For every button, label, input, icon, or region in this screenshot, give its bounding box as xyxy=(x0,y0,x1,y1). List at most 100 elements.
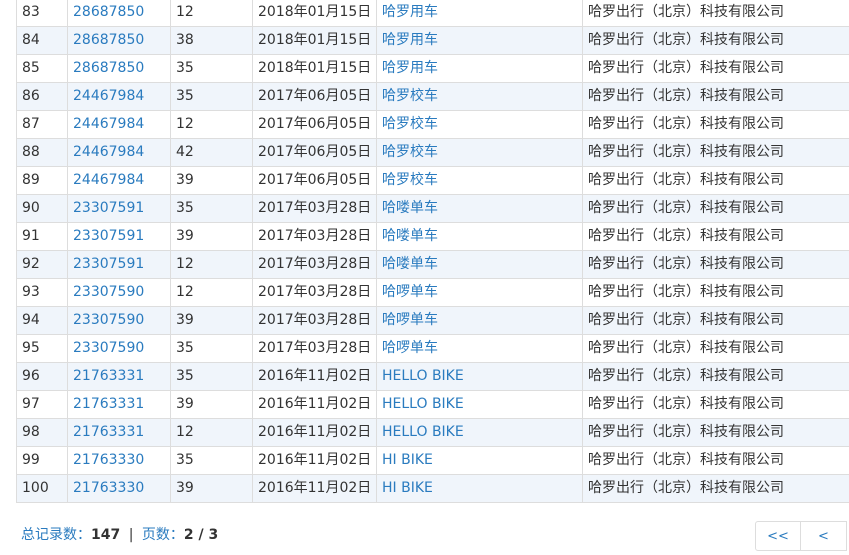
previous-page-button[interactable]: < xyxy=(801,521,847,551)
trademark-name-link[interactable]: 哈罗校车 xyxy=(382,144,438,160)
registration-number-link[interactable]: 23307591 xyxy=(73,256,144,272)
table-cell-applicant-name: 哈罗出行（北京）科技有限公司 xyxy=(582,54,849,83)
trademark-name-link[interactable]: HI BIKE xyxy=(382,480,433,496)
summary-separator: | xyxy=(128,527,134,543)
class-number: 12 xyxy=(176,284,194,300)
trademark-name-link[interactable]: 哈啰单车 xyxy=(382,340,438,356)
trademark-name-link[interactable]: 哈罗校车 xyxy=(382,88,438,104)
row-number: 86 xyxy=(22,88,40,104)
table-cell-trademark-name-link: 哈喽单车 xyxy=(376,250,583,279)
table-row: 89 24467984 39 2017年06月05日 哈罗校车 哈罗出行（北京）科技有限公… xyxy=(16,166,849,195)
table-cell-class-number: 38 xyxy=(170,26,253,55)
page-count-value: 2 / 3 xyxy=(183,527,219,543)
registration-number-link[interactable]: 28687850 xyxy=(73,32,144,48)
application-date: 2017年03月28日 xyxy=(258,200,372,216)
table-cell-class-number: 35 xyxy=(170,194,253,223)
registration-number-link[interactable]: 28687850 xyxy=(73,60,144,76)
table-cell-trademark-name-link: 哈罗校车 xyxy=(376,166,583,195)
registration-number-link[interactable]: 24467984 xyxy=(73,144,144,160)
class-number: 35 xyxy=(176,60,194,76)
table-cell-application-date: 2017年03月28日 xyxy=(252,194,377,223)
trademark-name-link[interactable]: 哈喽单车 xyxy=(382,200,438,216)
registration-number-link[interactable]: 28687850 xyxy=(73,4,144,20)
table-cell-registration-number-link: 23307590 xyxy=(67,306,171,335)
trademark-name-link[interactable]: 哈罗校车 xyxy=(382,116,438,132)
registration-number-link[interactable]: 21763330 xyxy=(73,480,144,496)
application-date: 2017年03月28日 xyxy=(258,228,372,244)
trademark-name-link[interactable]: 哈啰单车 xyxy=(382,312,438,328)
trademark-name-link[interactable]: 哈喽单车 xyxy=(382,228,438,244)
table-cell-application-date: 2017年06月05日 xyxy=(252,110,377,139)
table-cell-application-date: 2018年01月15日 xyxy=(252,26,377,55)
application-date: 2017年06月05日 xyxy=(258,88,372,104)
table-cell-row-number: 88 xyxy=(16,138,68,167)
registration-number-link[interactable]: 24467984 xyxy=(73,116,144,132)
trademark-name-link[interactable]: HELLO BIKE xyxy=(382,424,464,440)
application-date: 2018年01月15日 xyxy=(258,60,372,76)
trademark-table-body: 83 28687850 12 2018年01月15日 哈罗用车 哈罗出行（北京）科技有限公… xyxy=(16,0,849,503)
registration-number-link[interactable]: 23307590 xyxy=(73,340,144,356)
trademark-name-link[interactable]: HELLO BIKE xyxy=(382,396,464,412)
registration-number-link[interactable]: 24467984 xyxy=(73,172,144,188)
trademark-name-link[interactable]: 哈罗用车 xyxy=(382,4,438,20)
registration-number-link[interactable]: 21763331 xyxy=(73,368,144,384)
table-cell-applicant-name: 哈罗出行（北京）科技有限公司 xyxy=(582,82,849,111)
table-cell-trademark-name-link: HI BIKE xyxy=(376,446,583,475)
class-number: 35 xyxy=(176,200,194,216)
row-number: 85 xyxy=(22,60,40,76)
table-cell-applicant-name: 哈罗出行（北京）科技有限公司 xyxy=(582,362,849,391)
class-number: 12 xyxy=(176,4,194,20)
trademark-name-link[interactable]: HI BIKE xyxy=(382,452,433,468)
table-cell-row-number: 89 xyxy=(16,166,68,195)
registration-number-link[interactable]: 23307591 xyxy=(73,228,144,244)
row-number: 84 xyxy=(22,32,40,48)
row-number: 92 xyxy=(22,256,40,272)
registration-number-link[interactable]: 24467984 xyxy=(73,88,144,104)
registration-number-link[interactable]: 23307591 xyxy=(73,200,144,216)
application-date: 2017年03月28日 xyxy=(258,312,372,328)
class-number: 12 xyxy=(176,256,194,272)
row-number: 100 xyxy=(22,480,49,496)
first-page-button[interactable]: << xyxy=(755,521,801,551)
table-cell-registration-number-link: 28687850 xyxy=(67,26,171,55)
registration-number-link[interactable]: 21763330 xyxy=(73,452,144,468)
table-cell-applicant-name: 哈罗出行（北京）科技有限公司 xyxy=(582,166,849,195)
table-cell-applicant-name: 哈罗出行（北京）科技有限公司 xyxy=(582,306,849,335)
trademark-name-link[interactable]: 哈喽单车 xyxy=(382,256,438,272)
table-cell-application-date: 2017年03月28日 xyxy=(252,250,377,279)
trademark-name-link[interactable]: 哈罗用车 xyxy=(382,60,438,76)
table-cell-applicant-name: 哈罗出行（北京）科技有限公司 xyxy=(582,446,849,475)
table-row: 100 21763330 39 2016年11月02日 HI BIKE 哈罗出行（北京）科… xyxy=(16,474,849,503)
row-number: 99 xyxy=(22,452,40,468)
applicant-name: 哈罗出行（北京）科技有限公司 xyxy=(588,60,784,76)
table-cell-registration-number-link: 23307590 xyxy=(67,278,171,307)
trademark-name-link[interactable]: HELLO BIKE xyxy=(382,368,464,384)
trademark-name-link[interactable]: 哈罗校车 xyxy=(382,172,438,188)
trademark-name-link[interactable]: 哈罗用车 xyxy=(382,32,438,48)
registration-number-link[interactable]: 21763331 xyxy=(73,424,144,440)
total-records-value: 147 xyxy=(91,527,121,543)
row-number: 89 xyxy=(22,172,40,188)
table-row: 94 23307590 39 2017年03月28日 哈啰单车 哈罗出行（北京）科技有限公… xyxy=(16,306,849,335)
table-cell-class-number: 35 xyxy=(170,362,253,391)
trademark-name-link[interactable]: 哈啰单车 xyxy=(382,284,438,300)
table-cell-application-date: 2016年11月02日 xyxy=(252,390,377,419)
class-number: 12 xyxy=(176,424,194,440)
registration-number-link[interactable]: 21763331 xyxy=(73,396,144,412)
applicant-name: 哈罗出行（北京）科技有限公司 xyxy=(588,340,784,356)
trademark-table: 83 28687850 12 2018年01月15日 哈罗用车 哈罗出行（北京）科技有限公… xyxy=(16,0,849,503)
table-cell-applicant-name: 哈罗出行（北京）科技有限公司 xyxy=(582,474,849,503)
table-cell-application-date: 2018年01月15日 xyxy=(252,54,377,83)
registration-number-link[interactable]: 23307590 xyxy=(73,284,144,300)
registration-number-link[interactable]: 23307590 xyxy=(73,312,144,328)
table-cell-application-date: 2016年11月02日 xyxy=(252,362,377,391)
application-date: 2016年11月02日 xyxy=(258,480,372,496)
table-row: 83 28687850 12 2018年01月15日 哈罗用车 哈罗出行（北京）科技有限公… xyxy=(16,0,849,27)
table-cell-row-number: 99 xyxy=(16,446,68,475)
table-cell-row-number: 90 xyxy=(16,194,68,223)
applicant-name: 哈罗出行（北京）科技有限公司 xyxy=(588,480,784,496)
page-count-label: 页数： xyxy=(141,527,184,543)
table-cell-class-number: 39 xyxy=(170,306,253,335)
table-cell-trademark-name-link: HELLO BIKE xyxy=(376,362,583,391)
table-cell-registration-number-link: 23307590 xyxy=(67,334,171,363)
